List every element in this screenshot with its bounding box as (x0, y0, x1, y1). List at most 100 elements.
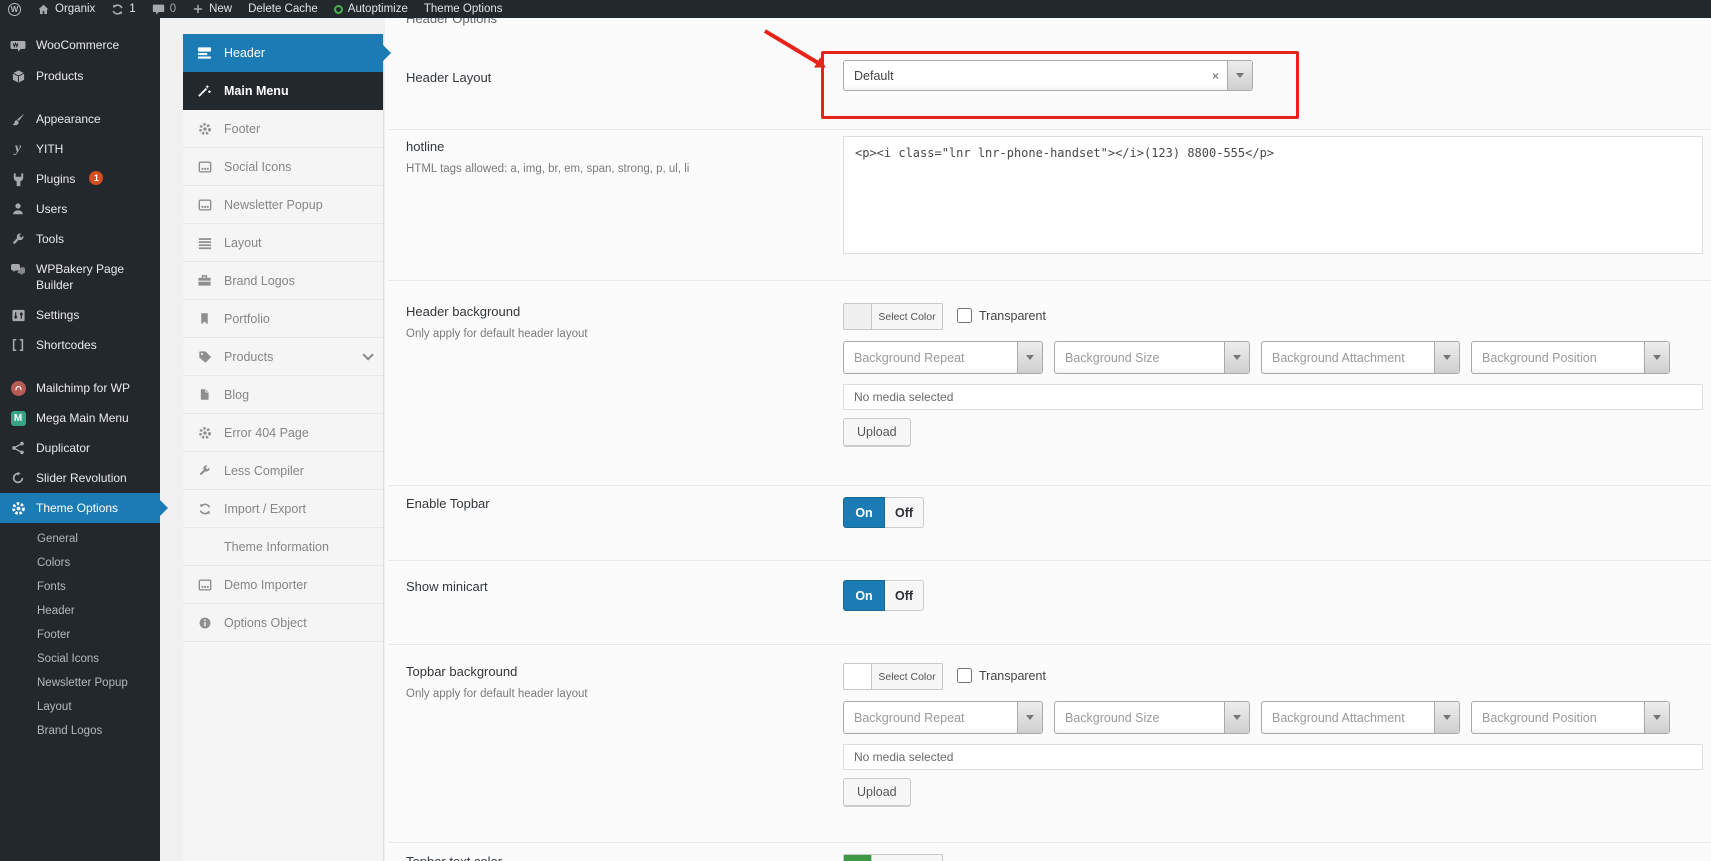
select-arrow-box (1644, 342, 1669, 373)
menu-lines-icon (196, 236, 213, 250)
topbar-bg-attachment-select[interactable]: Background Attachment (1261, 701, 1460, 734)
transparent-checkbox[interactable] (957, 668, 972, 683)
tab-newsletter-popup[interactable]: Newsletter Popup (183, 186, 383, 224)
tab-import-export[interactable]: Import / Export (183, 490, 383, 528)
tab-blog[interactable]: Blog (183, 376, 383, 414)
header-bg-color-picker[interactable]: Select Color (843, 303, 943, 330)
chevron-down-icon (1026, 355, 1034, 360)
select-color-button[interactable]: Select Color (872, 855, 942, 861)
topbar-text-color-picker[interactable]: Select Color (843, 854, 943, 861)
topbar-bg-position-select[interactable]: Background Position (1471, 701, 1670, 734)
delete-cache-link[interactable]: Delete Cache (240, 0, 326, 18)
header-bg-size-select[interactable]: Background Size (1054, 341, 1250, 374)
autoptimize-menu[interactable]: Autoptimize (326, 0, 416, 18)
sidebar-item-plugins[interactable]: Plugins 1 (0, 164, 160, 194)
toggle-off-button[interactable]: Off (885, 497, 924, 528)
tab-layout[interactable]: Layout (183, 224, 383, 262)
tab-footer[interactable]: Footer (183, 110, 383, 148)
sidebar-item-mailchimp[interactable]: Mailchimp for WP (0, 373, 160, 403)
tab-demo-importer[interactable]: Demo Importer (183, 566, 383, 604)
tab-products[interactable]: Products (183, 338, 383, 376)
submenu-item-colors[interactable]: Colors (0, 551, 160, 575)
tab-label: Header (224, 46, 265, 60)
tab-brand-logos[interactable]: Brand Logos (183, 262, 383, 300)
site-name-link[interactable]: Organix (29, 0, 103, 18)
sidebar-item-label: Mailchimp for WP (36, 380, 130, 396)
rotate-icon (9, 471, 27, 485)
submenu-item-general[interactable]: General (0, 527, 160, 551)
submenu-item-footer[interactable]: Footer (0, 623, 160, 647)
gear-icon (196, 122, 213, 136)
topbar-bg-repeat-select[interactable]: Background Repeat (843, 701, 1043, 734)
toggle-on-button[interactable]: On (843, 580, 885, 611)
tab-social-icons[interactable]: Social Icons (183, 148, 383, 186)
sidebar-item-wpbakery[interactable]: WPBakery Page Builder (0, 254, 160, 300)
sidebar-item-yith[interactable]: y YITH (0, 134, 160, 164)
tab-less-compiler[interactable]: Less Compiler (183, 452, 383, 490)
submenu-item-newsletter-popup[interactable]: Newsletter Popup (0, 671, 160, 695)
sidebar-item-tools[interactable]: Tools (0, 224, 160, 254)
sidebar-item-settings[interactable]: Settings (0, 300, 160, 330)
header-layout-select[interactable]: Default × (843, 60, 1253, 91)
wp-logo-menu[interactable]: W (0, 0, 29, 18)
chevron-down-icon (1443, 715, 1451, 720)
topbar-bg-size-select[interactable]: Background Size (1054, 701, 1250, 734)
delete-cache-label: Delete Cache (248, 3, 318, 15)
submenu-item-social-icons[interactable]: Social Icons (0, 647, 160, 671)
updates-link[interactable]: 1 (103, 0, 143, 18)
tab-error-404[interactable]: Error 404 Page (183, 414, 383, 452)
submenu-item-brand-logos[interactable]: Brand Logos (0, 719, 160, 743)
topbar-bg-upload-button[interactable]: Upload (843, 778, 911, 806)
header-bg-position-select[interactable]: Background Position (1471, 341, 1670, 374)
hotline-label: hotline (406, 139, 444, 154)
tab-main-menu[interactable]: Main Menu (183, 72, 383, 110)
show-minicart-toggle: On Off (843, 580, 924, 611)
select-color-button[interactable]: Select Color (872, 664, 942, 689)
chevron-down-icon (1233, 355, 1241, 360)
sidebar-item-shortcodes[interactable]: Shortcodes (0, 330, 160, 360)
topbar-bg-color-picker[interactable]: Select Color (843, 663, 943, 690)
transparent-checkbox[interactable] (957, 308, 972, 323)
header-bg-media-field[interactable]: No media selected (843, 384, 1703, 410)
share-icon (9, 441, 27, 455)
tab-label: Products (224, 350, 273, 364)
submenu-item-header[interactable]: Header (0, 599, 160, 623)
tab-label: Social Icons (224, 160, 291, 174)
topbar-text-color-label: Topbar text color (406, 854, 502, 861)
clear-selection-icon[interactable]: × (1204, 69, 1227, 83)
tab-options-object[interactable]: Options Object (183, 604, 383, 642)
sidebar-item-woocommerce[interactable]: WooCommerce (0, 30, 160, 61)
header-bg-repeat-select[interactable]: Background Repeat (843, 341, 1043, 374)
wordpress-logo-icon: W (8, 3, 21, 16)
annotation-arrow (764, 29, 819, 64)
sidebar-item-users[interactable]: Users (0, 194, 160, 224)
sidebar-item-duplicator[interactable]: Duplicator (0, 433, 160, 463)
theme-options-bar-link[interactable]: Theme Options (416, 0, 511, 18)
header-bg-upload-button[interactable]: Upload (843, 418, 911, 446)
tab-theme-information[interactable]: Theme Information (183, 528, 383, 566)
new-content-menu[interactable]: New (184, 0, 240, 18)
submenu-item-fonts[interactable]: Fonts (0, 575, 160, 599)
box-icon (9, 69, 27, 84)
sidebar-item-theme-options[interactable]: Theme Options (0, 493, 160, 523)
sidebar-item-appearance[interactable]: Appearance (0, 104, 160, 134)
tab-label: Portfolio (224, 312, 270, 326)
tab-label: Main Menu (224, 84, 289, 98)
select-color-button[interactable]: Select Color (872, 304, 942, 329)
header-bg-attachment-select[interactable]: Background Attachment (1261, 341, 1460, 374)
hotline-textarea[interactable]: <p><i class="lnr lnr-phone-handset"></i>… (843, 136, 1703, 254)
tab-header[interactable]: Header (183, 34, 383, 72)
sidebar-item-mega-main-menu[interactable]: M Mega Main Menu (0, 403, 160, 433)
color-swatch (844, 664, 872, 689)
toggle-on-button[interactable]: On (843, 497, 885, 528)
sidebar-item-slider-revolution[interactable]: Slider Revolution (0, 463, 160, 493)
topbar-bg-transparent-option: Transparent (957, 668, 1046, 683)
topbar-bg-media-field[interactable]: No media selected (843, 744, 1703, 770)
tab-portfolio[interactable]: Portfolio (183, 300, 383, 338)
select-arrow-box[interactable] (1227, 61, 1252, 90)
toggle-off-button[interactable]: Off (885, 580, 924, 611)
submenu-item-layout[interactable]: Layout (0, 695, 160, 719)
comments-link[interactable]: 0 (144, 0, 184, 18)
sidebar-item-products[interactable]: Products (0, 61, 160, 91)
color-swatch (844, 304, 872, 329)
